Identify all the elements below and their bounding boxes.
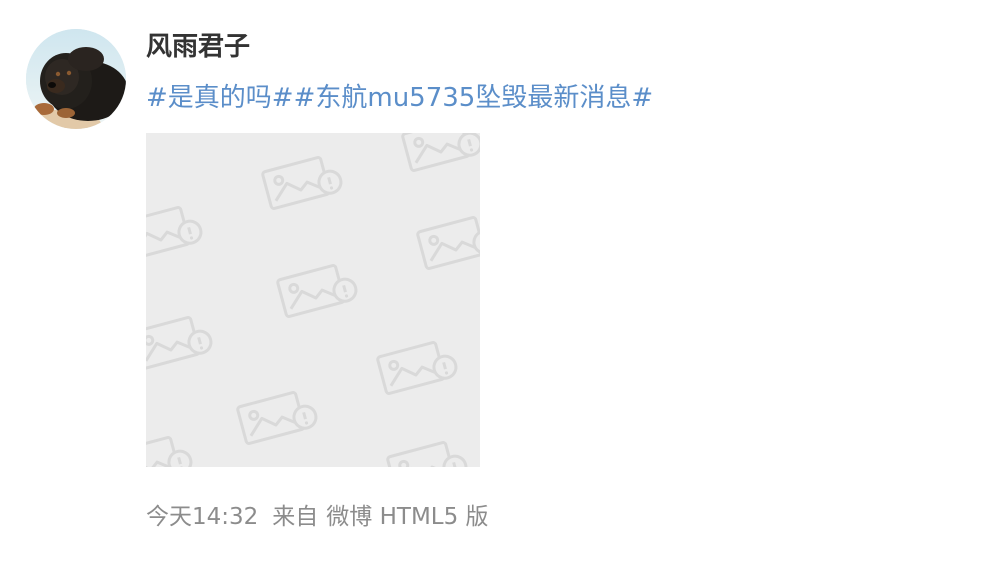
post-text: #是真的吗##东航mu5735坠毁最新消息# (146, 80, 653, 116)
post-timestamp: 今天14:32 (146, 504, 259, 530)
dog-avatar-icon (26, 29, 126, 129)
weibo-post: 风雨君子 #是真的吗##东航mu5735坠毁最新消息# 今天14:32 来自 微… (0, 0, 1002, 564)
hashtag-link[interactable]: #是真的吗# (146, 83, 294, 113)
avatar[interactable] (26, 29, 126, 129)
source-link[interactable]: 微博 HTML5 版 (326, 501, 488, 533)
username[interactable]: 风雨君子 (146, 29, 250, 65)
source-label: 来自 (272, 504, 319, 530)
image-placeholder-icon (146, 133, 480, 467)
post-meta: 今天14:32 来自 微博 HTML5 版 (146, 501, 489, 533)
hashtag-link[interactable]: #东航mu5735坠毁最新消息# (294, 83, 654, 113)
post-image[interactable] (146, 133, 480, 467)
